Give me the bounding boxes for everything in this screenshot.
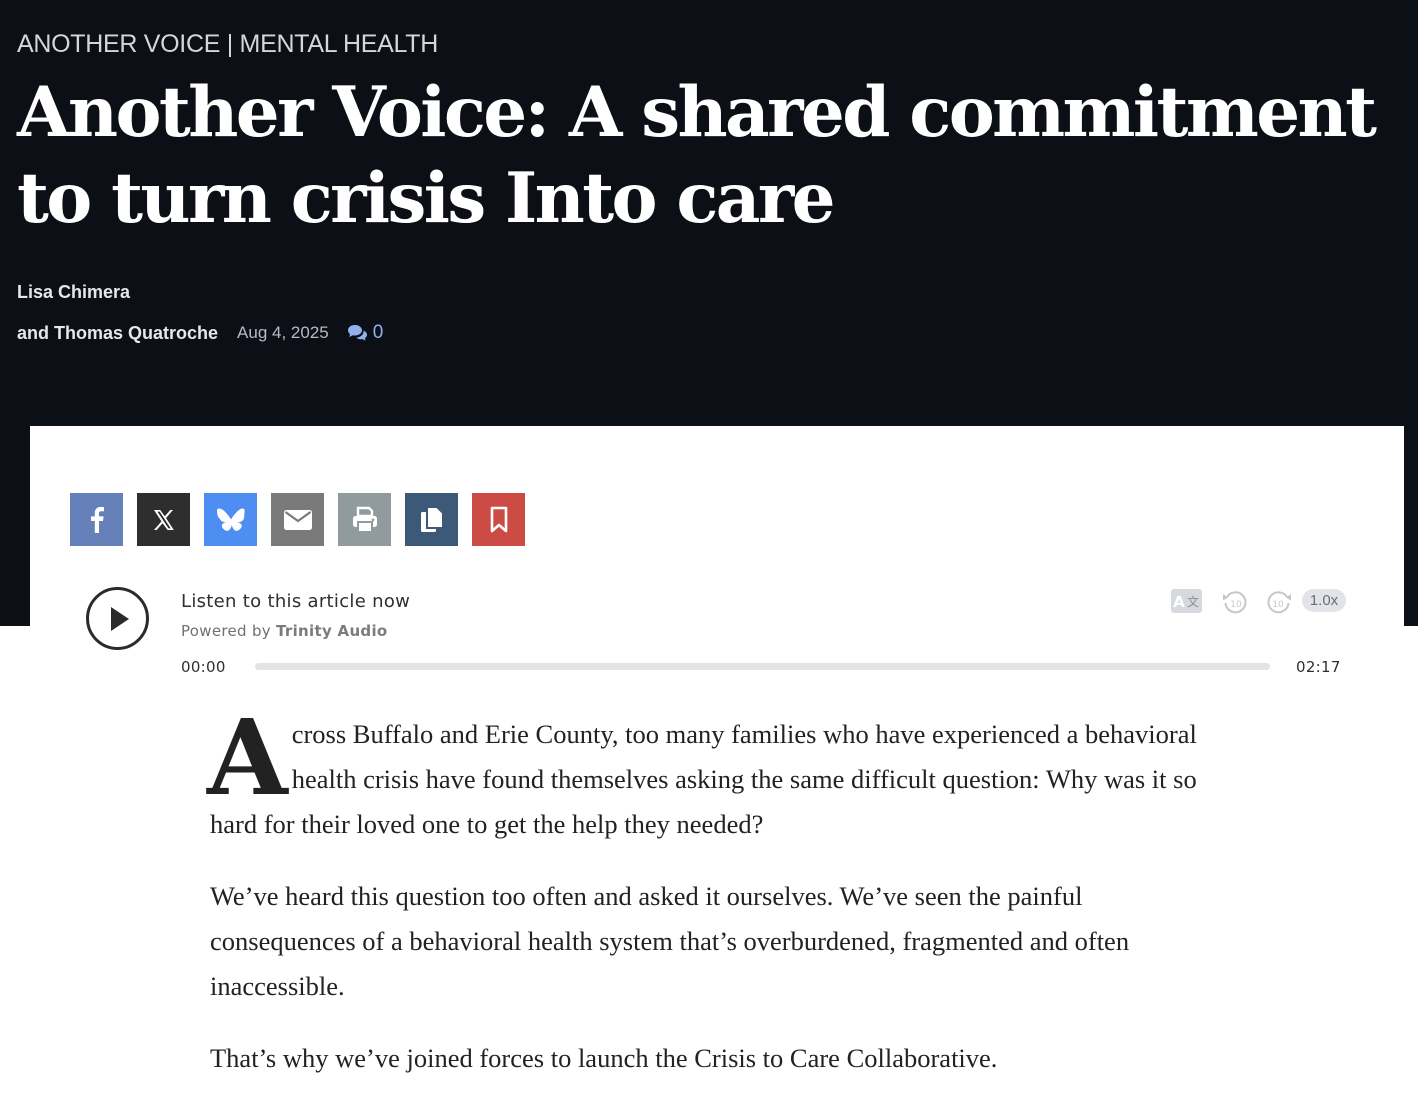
comments-icon bbox=[347, 325, 367, 341]
printer-icon bbox=[352, 506, 377, 533]
article-paragraph: That’s why we’ve joined forces to launch… bbox=[210, 1043, 998, 1073]
print-button[interactable] bbox=[338, 493, 391, 546]
publish-date: Aug 4, 2025 bbox=[237, 323, 329, 342]
rewind-label: 10 bbox=[1230, 600, 1242, 610]
svg-text:文: 文 bbox=[1187, 594, 1199, 609]
bluesky-share-button[interactable] bbox=[204, 493, 257, 546]
play-icon bbox=[111, 606, 129, 631]
forward-label: 10 bbox=[1272, 600, 1284, 610]
copy-icon bbox=[420, 505, 444, 532]
share-toolbar bbox=[70, 493, 525, 546]
powered-brand-link[interactable]: Trinity Audio bbox=[276, 622, 388, 640]
paragraph-text: cross Buffalo and Erie County, too many … bbox=[210, 719, 1197, 839]
playback-speed-button[interactable]: 1.0x bbox=[1302, 589, 1346, 612]
facebook-share-button[interactable] bbox=[70, 493, 123, 546]
svg-text:A: A bbox=[1173, 593, 1185, 611]
drop-cap: A bbox=[207, 696, 288, 819]
envelope-icon bbox=[283, 509, 312, 530]
bluesky-icon bbox=[216, 507, 245, 531]
comments-link[interactable]: 0 bbox=[347, 322, 384, 344]
bookmark-button[interactable] bbox=[472, 493, 525, 546]
rewind-10-icon: 10 bbox=[1223, 591, 1247, 614]
copy-link-button[interactable] bbox=[405, 493, 458, 546]
forward-button[interactable]: 10 bbox=[1265, 588, 1293, 621]
translate-button[interactable]: A 文 bbox=[1171, 588, 1203, 619]
email-share-button[interactable] bbox=[271, 493, 324, 546]
x-share-button[interactable] bbox=[137, 493, 190, 546]
section-kicker[interactable]: ANOTHER VOICE | MENTAL HEALTH bbox=[17, 30, 438, 59]
bookmark-icon bbox=[490, 506, 507, 532]
play-button[interactable] bbox=[86, 587, 149, 650]
rewind-button[interactable]: 10 bbox=[1221, 588, 1249, 621]
powered-prefix: Powered by bbox=[181, 622, 271, 640]
x-icon bbox=[153, 509, 174, 530]
byline-author-1[interactable]: Lisa Chimera bbox=[17, 282, 130, 303]
article-paragraph: Across Buffalo and Erie County, too many… bbox=[207, 696, 1210, 847]
player-title: Listen to this article now bbox=[181, 591, 411, 612]
current-time: 00:00 bbox=[181, 658, 226, 676]
facebook-icon bbox=[90, 506, 104, 533]
byline-author-2[interactable]: and Thomas Quatroche bbox=[17, 323, 218, 344]
translate-icon: A 文 bbox=[1171, 589, 1202, 613]
article-paragraph: We’ve heard this question too often and … bbox=[210, 881, 1130, 1001]
page-title: Another Voice: A shared commitment to tu… bbox=[17, 72, 1377, 239]
total-duration: 02:17 bbox=[1296, 658, 1341, 676]
audio-progress-bar[interactable] bbox=[255, 663, 1270, 670]
player-powered-by: Powered by Trinity Audio bbox=[181, 622, 388, 640]
comment-count: 0 bbox=[372, 322, 384, 343]
article-body: Across Buffalo and Erie County, too many… bbox=[207, 696, 1210, 1108]
byline-row: and Thomas Quatroche Aug 4, 2025 0 bbox=[17, 322, 383, 344]
forward-10-icon: 10 bbox=[1267, 591, 1291, 614]
